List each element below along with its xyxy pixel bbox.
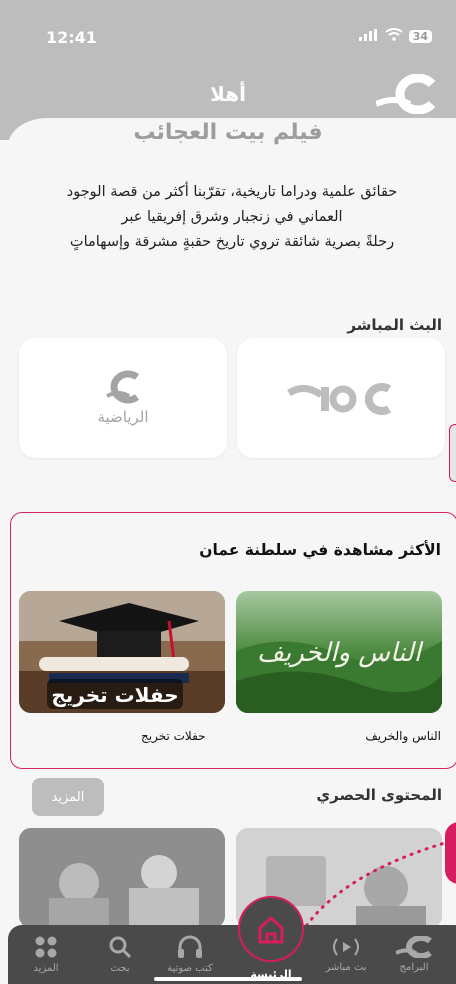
bottom-tab-bar: البرامج بث مباشر كتب صوتية بحث المزيد xyxy=(8,925,456,984)
description-line: رحلةً بصرية شائقة تروي تاريخ حقبةٍ مشرقة… xyxy=(69,234,395,250)
side-drawer-handle[interactable] xyxy=(449,424,456,482)
khareef-artwork: الناس والخريف xyxy=(236,591,442,713)
exclusive-section-title: المحتوى الحصري xyxy=(316,786,442,804)
oman-logo-icon[interactable] xyxy=(374,73,436,115)
graduation-artwork: حفلات تخريج xyxy=(19,591,225,713)
signal-icon xyxy=(358,28,379,45)
status-time: 12:41 xyxy=(46,28,97,47)
battery-indicator: 34 xyxy=(408,30,432,43)
most-watched-section: الأكثر مشاهدة في سلطنة عمان الناس والخري… xyxy=(10,512,456,769)
tab-more[interactable]: المزيد xyxy=(14,925,78,984)
tab-audiobooks[interactable]: كتب صوتية xyxy=(158,925,222,984)
live-channel-oman-tv[interactable]: oman xyxy=(237,338,445,458)
channel-label: الرياضية xyxy=(97,408,149,426)
tab-label: كتب صوتية xyxy=(167,963,213,974)
tab-live[interactable]: بث مباشر xyxy=(314,925,378,984)
dotted-path-decoration xyxy=(300,840,450,934)
tab-search[interactable]: بحث xyxy=(88,925,152,984)
sports-channel-logo-icon xyxy=(106,370,140,404)
tab-home[interactable] xyxy=(238,896,304,962)
live-channel-sports[interactable]: الرياضية xyxy=(19,338,227,458)
exclusive-item-2[interactable] xyxy=(19,828,225,928)
description-line: حقائق علمية ودراما تاريخية، تقرّبنا أكثر… xyxy=(66,184,398,200)
status-icons: 34 xyxy=(358,28,432,45)
home-indicator xyxy=(154,977,302,981)
most-watched-item-2[interactable]: حفلات تخريج xyxy=(19,591,225,713)
tab-programs[interactable]: البرامج xyxy=(382,925,446,984)
most-watched-item-1[interactable]: الناس والخريف xyxy=(236,591,442,713)
tab-label: بث مباشر xyxy=(325,962,367,973)
description-line: العماني في زنجبار وشرق إفريقيا عبر xyxy=(121,209,343,225)
more-button[interactable]: المزيد xyxy=(32,778,104,816)
wifi-icon xyxy=(385,28,403,45)
exclusive-thumb-2 xyxy=(19,828,225,928)
home-icon xyxy=(258,916,284,944)
most-watched-title: الأكثر مشاهدة في سلطنة عمان xyxy=(199,541,441,559)
live-broadcast-icon xyxy=(333,938,359,956)
tab-label: المزيد xyxy=(33,963,59,974)
most-watched-caption-1: الناس والخريف xyxy=(365,729,441,743)
khareef-art-text: الناس والخريف xyxy=(257,638,424,668)
more-grid-icon xyxy=(35,936,57,958)
oman-logo-icon xyxy=(396,936,432,958)
tab-label: البرامج xyxy=(399,962,429,973)
headphones-icon xyxy=(178,935,202,958)
live-section-title: البث المباشر xyxy=(347,316,442,334)
featured-title[interactable]: فيلم بيت العجائب xyxy=(0,120,456,145)
search-icon xyxy=(109,936,132,959)
graduation-art-text: حفلات تخريج xyxy=(51,683,178,707)
most-watched-caption-2: حفلات تخريج xyxy=(141,729,206,743)
oman-tv-logo-icon xyxy=(287,383,392,415)
featured-description: حقائق علمية ودراما تاريخية، تقرّبنا أكثر… xyxy=(30,180,434,255)
tab-label: بحث xyxy=(110,963,130,974)
